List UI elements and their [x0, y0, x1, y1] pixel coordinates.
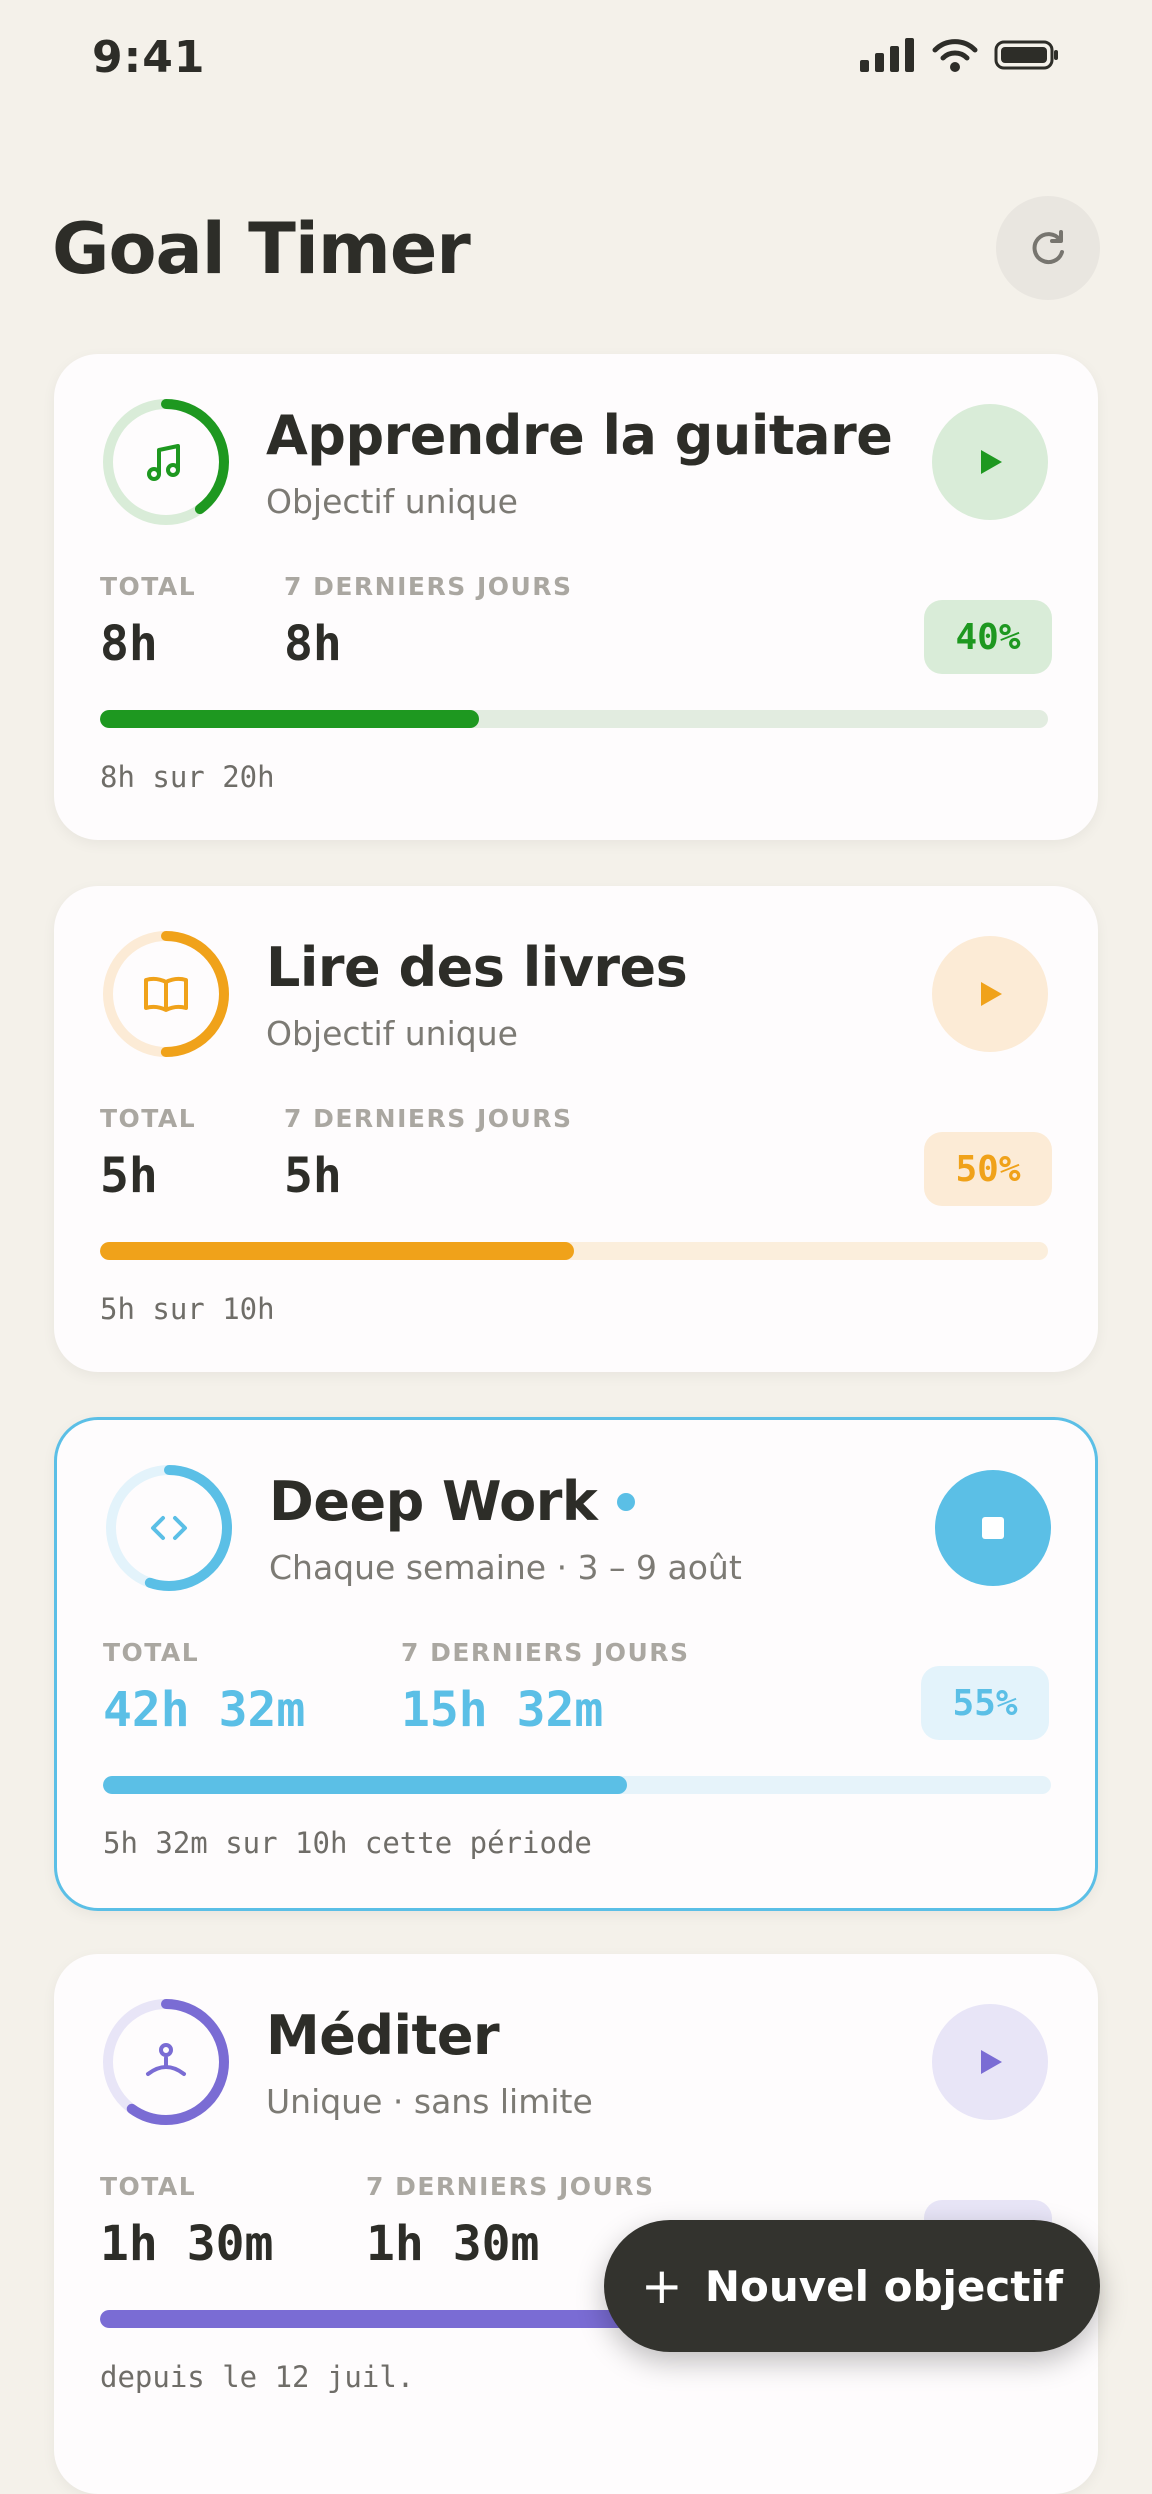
progress-ring — [100, 928, 232, 1060]
status-icons — [860, 38, 1060, 72]
progress-bar — [103, 1776, 1051, 1794]
play-button[interactable] — [932, 936, 1048, 1052]
progress-fill — [100, 710, 480, 728]
goal-progress-note: depuis le 12 juil. — [100, 2360, 415, 2394]
total-value: 5h — [100, 1148, 158, 1204]
percent-badge: 50% — [924, 1132, 1052, 1206]
percent-badge: 40% — [924, 600, 1052, 674]
last7-label: 7 DERNIERS JOURS — [401, 1638, 690, 1667]
play-button[interactable] — [932, 404, 1048, 520]
last7-value: 5h — [284, 1148, 342, 1204]
goal-title: Lire des livres — [266, 936, 688, 999]
page-title: Goal Timer — [52, 208, 471, 290]
goal-subtitle: Chaque semaine · 3 – 9 août — [269, 1548, 742, 1587]
new-goal-button[interactable]: + Nouvel objectif — [604, 2220, 1100, 2352]
progress-ring — [103, 1462, 235, 1594]
progress-fill — [100, 1242, 574, 1260]
battery-icon — [994, 40, 1058, 70]
play-button[interactable] — [932, 2004, 1048, 2120]
total-label: TOTAL — [100, 1104, 197, 1133]
goal-title: Apprendre la guitare — [266, 404, 893, 467]
goal-title: Deep Work — [269, 1470, 636, 1533]
book-icon — [144, 976, 188, 1012]
meditation-icon — [146, 2043, 186, 2076]
refresh-button[interactable] — [996, 196, 1100, 300]
progress-ring — [100, 1996, 232, 2128]
progress-fill — [103, 1776, 628, 1794]
last7-value: 8h — [284, 616, 342, 672]
goal-progress-note: 5h sur 10h — [100, 1292, 275, 1326]
play-icon — [981, 450, 1002, 474]
stop-icon — [982, 1517, 1004, 1539]
signal-icon — [860, 38, 914, 72]
progress-bar — [100, 710, 1048, 728]
plus-icon: + — [640, 2257, 683, 2315]
total-label: TOTAL — [100, 572, 197, 601]
total-value: 42h 32m — [103, 1682, 306, 1738]
percent-badge: 55% — [921, 1666, 1049, 1740]
wifi-icon — [932, 39, 978, 72]
last7-value: 15h 32m — [401, 1682, 604, 1738]
goal-subtitle: Unique · sans limite — [266, 2082, 593, 2121]
goal-subtitle: Objectif unique — [266, 482, 518, 521]
goal-progress-note: 8h sur 20h — [100, 760, 275, 794]
last7-label: 7 DERNIERS JOURS — [284, 572, 573, 601]
status-bar: 9:41 — [0, 0, 1152, 120]
total-value: 1h 30m — [100, 2216, 274, 2272]
play-icon — [981, 982, 1002, 1006]
progress-ring — [100, 396, 232, 528]
goal-card-livres[interactable]: Lire des livres Objectif unique TOTAL 7 … — [54, 886, 1098, 1372]
goal-card-deep-work[interactable]: Deep Work Chaque semaine · 3 – 9 août TO… — [54, 1417, 1098, 1911]
goal-progress-note: 5h 32m sur 10h cette période — [103, 1826, 592, 1860]
play-icon — [981, 2050, 1002, 2074]
refresh-icon — [1032, 230, 1064, 265]
total-label: TOTAL — [103, 1638, 200, 1667]
last7-value: 1h 30m — [366, 2216, 540, 2272]
progress-bar — [100, 1242, 1048, 1260]
total-label: TOTAL — [100, 2172, 197, 2201]
total-value: 8h — [100, 616, 158, 672]
last7-label: 7 DERNIERS JOURS — [366, 2172, 655, 2201]
status-time: 9:41 — [92, 32, 206, 83]
code-icon — [151, 1516, 187, 1540]
goal-subtitle: Objectif unique — [266, 1014, 518, 1053]
progress-fill — [100, 2310, 669, 2328]
new-goal-label: Nouvel objectif — [704, 2261, 1064, 2311]
goal-title: Méditer — [266, 2004, 500, 2067]
music-note-icon — [147, 444, 180, 481]
stop-button[interactable] — [935, 1470, 1051, 1586]
goal-card-guitare[interactable]: Apprendre la guitare Objectif unique TOT… — [54, 354, 1098, 840]
last7-label: 7 DERNIERS JOURS — [284, 1104, 573, 1133]
running-indicator — [617, 1492, 636, 1511]
